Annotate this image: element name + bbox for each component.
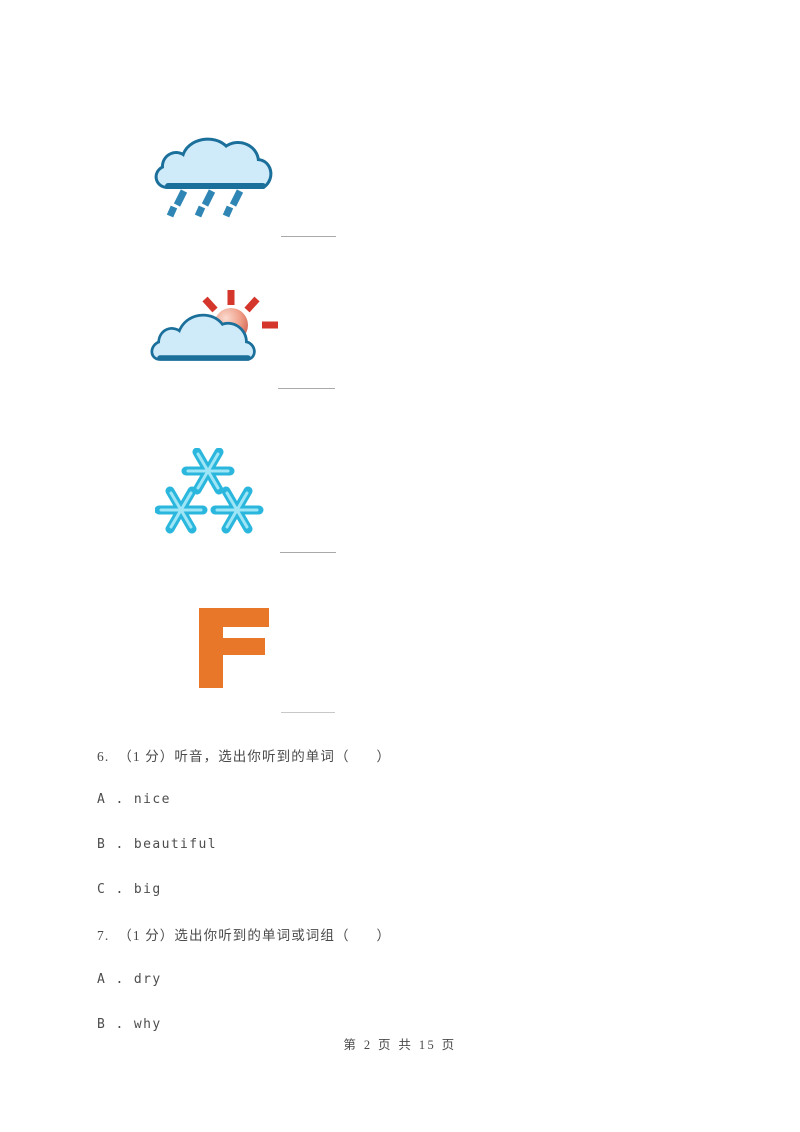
sun-cloud-svg: [150, 290, 278, 361]
question-7-option-b[interactable]: B . why: [97, 1017, 162, 1032]
snowflakes-icon: [155, 448, 285, 538]
letter-f-icon: [195, 608, 277, 688]
rain-cloud-icon: [150, 128, 290, 218]
answer-blank-1[interactable]: [281, 236, 336, 237]
worksheet-page: 6. （1 分）听音，选出你听到的单词（ ） A . nice B . beau…: [0, 0, 800, 1132]
sun-behind-cloud-icon: [150, 288, 290, 368]
answer-blank-4[interactable]: [281, 712, 335, 713]
snowflakes-svg: [155, 448, 264, 534]
letter-f-svg: [199, 608, 269, 688]
answer-blank-2[interactable]: [278, 388, 335, 389]
question-6-option-b[interactable]: B . beautiful: [97, 837, 217, 852]
page-footer: 第 2 页 共 15 页: [343, 1038, 457, 1052]
question-7-stem: 7. （1 分）选出你听到的单词或词组（ ）: [97, 928, 392, 943]
question-6-option-a[interactable]: A . nice: [97, 792, 171, 807]
answer-blank-3[interactable]: [280, 552, 336, 553]
rain-cloud-svg: [154, 137, 273, 218]
question-6-option-c[interactable]: C . big: [97, 882, 162, 897]
question-6-stem: 6. （1 分）听音，选出你听到的单词（ ）: [97, 749, 392, 764]
question-7-option-a[interactable]: A . dry: [97, 972, 162, 987]
